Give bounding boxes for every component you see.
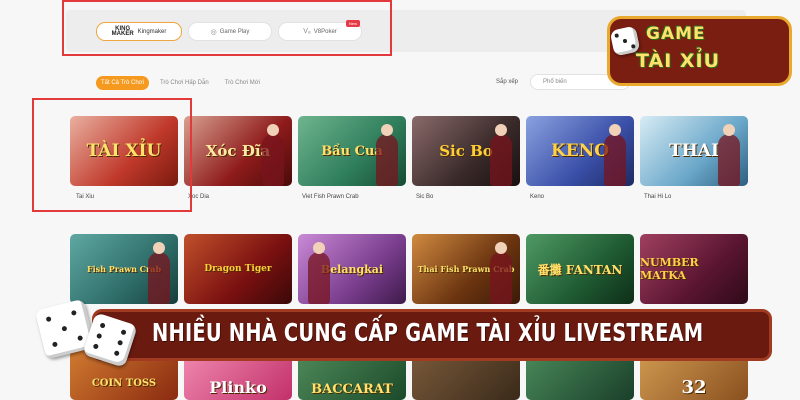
game-card-fish-prawn-crab[interactable]: Fish Prawn Crab: [70, 234, 178, 304]
logo-line2: TÀI XỈU: [636, 50, 721, 72]
highlight-box-providers: [62, 0, 392, 56]
game-title: 番攤 FANTAN: [526, 234, 634, 304]
banner-text: NHIỀU NHÀ CUNG CẤP GAME TÀI XỈU LIVESTRE…: [152, 318, 704, 347]
game-caption[interactable]: Thai Hi Lo: [644, 194, 671, 200]
game-card-fantan[interactable]: 番攤 FANTAN: [526, 234, 634, 304]
tab-attractive-games[interactable]: Trò Chơi Hấp Dẫn: [155, 76, 214, 90]
dealer-figure: [262, 124, 284, 186]
game-card-thai-fish-prawn-crab[interactable]: Thai Fish Prawn Crab: [412, 234, 520, 304]
dealer-figure: [490, 242, 512, 304]
dealer-figure: [490, 124, 512, 186]
game-caption[interactable]: Sic Bo: [416, 194, 433, 200]
game-card-sic-bo[interactable]: Sic Bo: [412, 116, 520, 186]
dealer-figure: [604, 124, 626, 186]
game-caption[interactable]: Keno: [530, 194, 544, 200]
game-title: NUMBER MATKA: [640, 234, 748, 304]
sort-label: Sắp xếp: [496, 79, 519, 85]
tab-new-games[interactable]: Trò Chơi Mới: [220, 76, 265, 90]
game-tabs: Tất Cả Trò Chơi Trò Chơi Hấp Dẫn Trò Chơ…: [96, 76, 265, 90]
game-lobby-page: KING MAKER Kingmaker ◎ Game Play V₈ V8Po…: [0, 0, 800, 400]
dealer-figure: [718, 124, 740, 186]
tab-all-games[interactable]: Tất Cả Trò Chơi: [96, 76, 149, 90]
game-card-number-matka[interactable]: NUMBER MATKA: [640, 234, 748, 304]
game-card-bau-cua[interactable]: Bầu Cua: [298, 116, 406, 186]
dealer-figure: [308, 242, 330, 304]
game-card-thai-hi-lo[interactable]: THAI: [640, 116, 748, 186]
highlight-box-tai-xiu: [32, 98, 192, 212]
logo-line1: GAME: [646, 24, 706, 44]
dealer-figure: [376, 124, 398, 186]
game-card-belangkai[interactable]: Belangkai: [298, 234, 406, 304]
dealer-figure: [148, 242, 170, 304]
game-caption[interactable]: Viet Fish Prawn Crab: [302, 194, 359, 200]
game-card-dragon-tiger[interactable]: Dragon Tiger: [184, 234, 292, 304]
game-card-xoc-dia[interactable]: Xóc Đĩa: [184, 116, 292, 186]
game-title: Dragon Tiger: [184, 234, 292, 304]
game-card-keno[interactable]: KENO: [526, 116, 634, 186]
